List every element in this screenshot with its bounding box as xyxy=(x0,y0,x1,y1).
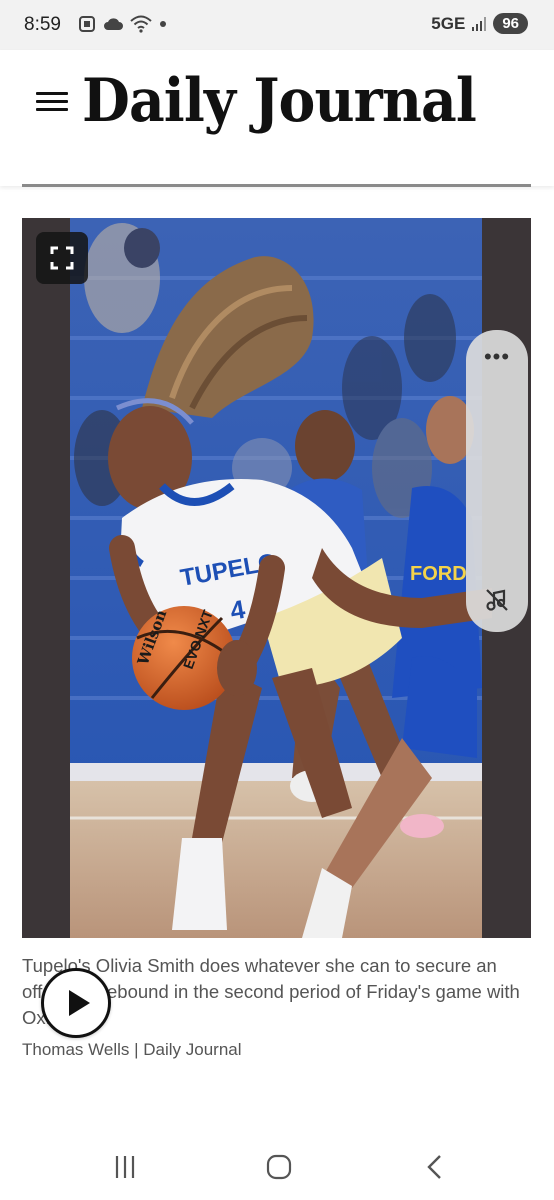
recent-apps-icon[interactable] xyxy=(108,1152,142,1182)
signal-icon xyxy=(472,16,487,31)
network-type: 5GE xyxy=(431,13,466,33)
photo-credit: Thomas Wells | Daily Journal xyxy=(22,1040,242,1059)
status-icons-right: 5GE 96 xyxy=(431,13,528,34)
photo-illustration: FORD TUPELO 4 Wilson EVO NXT xyxy=(22,218,531,938)
status-bar: 8:59 5GE 96 xyxy=(0,0,554,50)
music-off-icon[interactable] xyxy=(483,586,511,614)
more-options-icon[interactable]: ••• xyxy=(466,344,528,370)
fullscreen-icon[interactable] xyxy=(36,232,88,284)
system-nav-bar xyxy=(0,1134,554,1200)
wifi-icon xyxy=(130,15,152,33)
media-control-pill: ••• xyxy=(466,330,528,632)
home-icon[interactable] xyxy=(262,1152,296,1182)
article-photo[interactable]: FORD TUPELO 4 Wilson EVO NXT ••• xyxy=(22,218,531,938)
site-header: Daily Journal xyxy=(0,50,554,186)
header-divider xyxy=(22,184,531,187)
battery-icon: 96 xyxy=(493,13,528,34)
screenshot-icon xyxy=(79,16,95,32)
status-icons-left xyxy=(78,15,168,33)
svg-text:FORD: FORD xyxy=(410,563,467,585)
hamburger-menu-icon[interactable] xyxy=(36,92,68,112)
dot-icon xyxy=(160,21,166,27)
cloud-icon xyxy=(104,18,123,30)
back-icon[interactable] xyxy=(418,1152,452,1182)
play-icon[interactable] xyxy=(41,968,111,1038)
status-time: 8:59 xyxy=(24,14,61,35)
masthead-logo[interactable]: Daily Journal xyxy=(82,66,477,136)
